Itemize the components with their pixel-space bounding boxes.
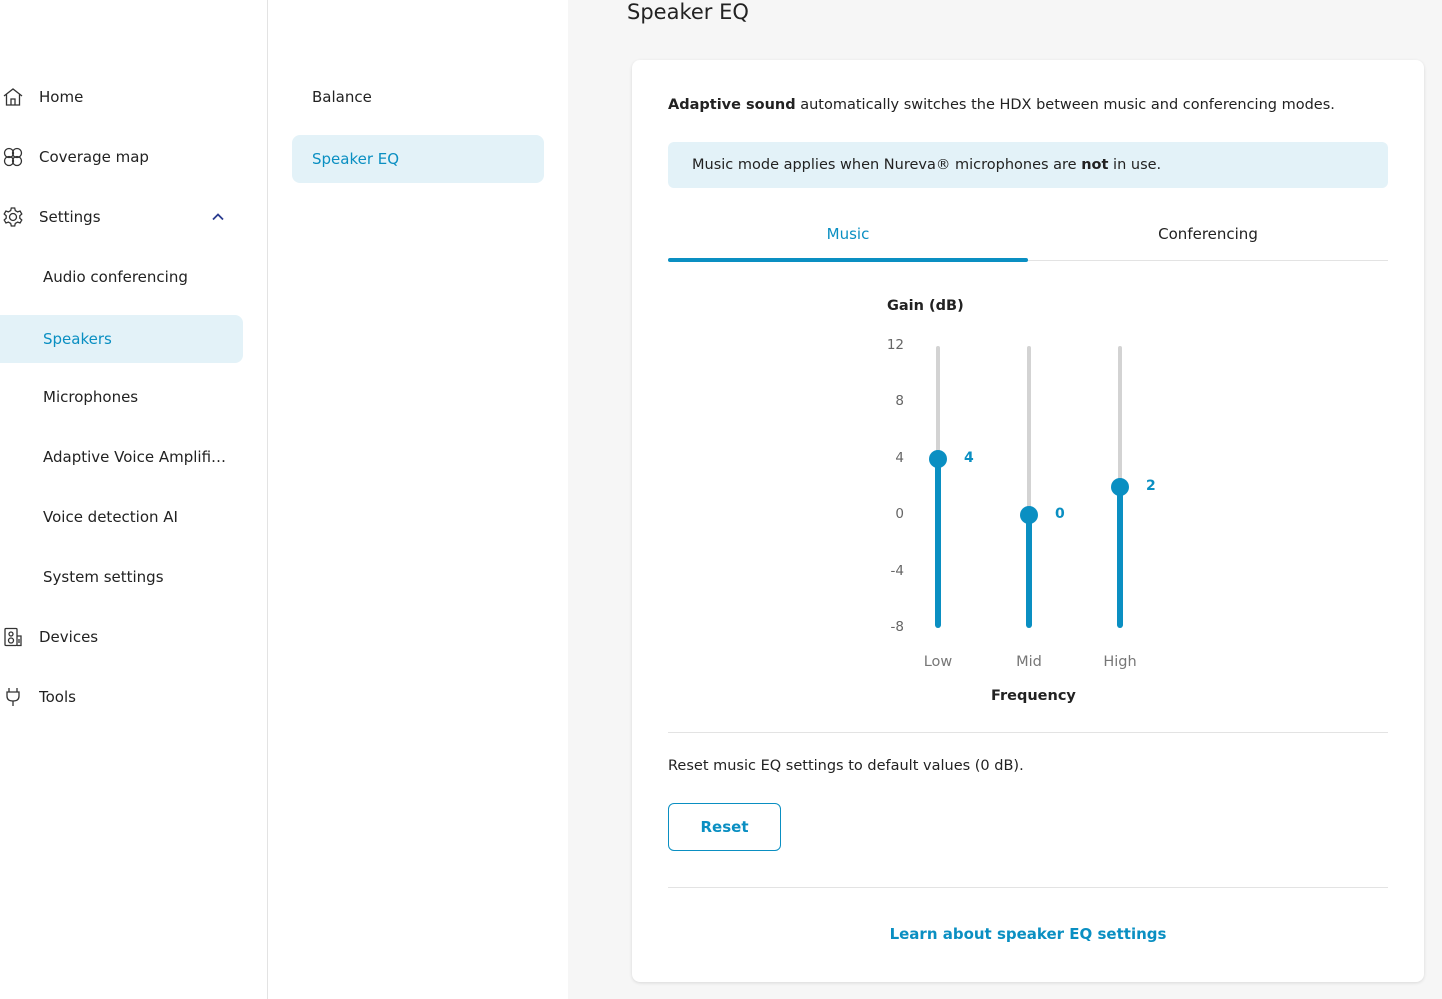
gear-icon (0, 204, 26, 230)
nav-item-microphones[interactable]: Microphones (0, 373, 243, 421)
nav-label-adaptive-voice: Adaptive Voice Amplifi… (43, 448, 227, 466)
nav-item-audio-conferencing[interactable]: Audio conferencing (0, 253, 243, 301)
gain-tick-label: 12 (886, 337, 904, 353)
eq-slider-thumb-high[interactable] (1111, 478, 1129, 496)
eq-value-label: 4 (964, 449, 974, 466)
nav-item-settings[interactable]: Settings (0, 193, 243, 241)
main-nav: Home Coverage map Settings Audio confere… (0, 0, 268, 999)
eq-slider-fill (935, 458, 941, 628)
nav-item-adaptive-voice[interactable]: Adaptive Voice Amplifi… (0, 433, 243, 481)
nav-label-coverage-map: Coverage map (39, 148, 149, 166)
nav-label-settings: Settings (39, 208, 101, 226)
divider (668, 732, 1388, 733)
coverage-map-icon (0, 144, 26, 170)
eq-value-label: 0 (1055, 506, 1065, 523)
page-title: Speaker EQ (627, 0, 749, 24)
eq-slider-fill (1117, 487, 1123, 628)
speakers-subnav: Balance Speaker EQ (268, 0, 568, 999)
tools-icon (0, 684, 26, 710)
nav-item-devices[interactable]: Devices (0, 613, 243, 661)
nav-item-coverage-map[interactable]: Coverage map (0, 133, 243, 181)
nav-item-home[interactable]: Home (0, 73, 243, 121)
subnav-item-speaker-eq[interactable]: Speaker EQ (292, 135, 544, 183)
gain-tick-label: 0 (895, 506, 904, 523)
divider (668, 887, 1388, 888)
nav-item-speakers[interactable]: Speakers (0, 315, 243, 363)
frequency-axis-title: Frequency (991, 688, 1076, 704)
devices-icon (0, 624, 26, 650)
nav-item-system-settings[interactable]: System settings (0, 553, 243, 601)
eq-band-label: Mid (1016, 654, 1042, 670)
nav-label-devices: Devices (39, 628, 99, 646)
nav-label-microphones: Microphones (43, 388, 139, 406)
nav-item-voice-detection[interactable]: Voice detection AI (0, 493, 243, 541)
nav-label-tools: Tools (39, 688, 76, 706)
home-icon (0, 84, 26, 110)
eq-slider-fill (1026, 515, 1032, 628)
gain-tick-label: -4 (890, 562, 904, 579)
nav-label-home: Home (39, 88, 84, 106)
reset-button[interactable]: Reset (668, 803, 781, 851)
chevron-up-icon[interactable] (210, 209, 226, 229)
eq-slider-thumb-mid[interactable] (1020, 506, 1038, 525)
nav-label-audio-conferencing: Audio conferencing (43, 268, 188, 286)
reset-description: Reset music EQ settings to default value… (668, 758, 1024, 774)
gain-tick-label: -8 (890, 619, 904, 635)
eq-slider-thumb-low[interactable] (929, 449, 947, 468)
eq-value-label: 2 (1146, 478, 1156, 494)
gain-tick-label: 4 (895, 449, 904, 466)
gain-tick-label: 8 (895, 393, 904, 410)
main-content: Speaker EQ Adaptive sound automatically … (568, 0, 1442, 999)
nav-label-speakers: Speakers (43, 330, 112, 348)
learn-eq-link[interactable]: Learn about speaker EQ settings (632, 925, 1424, 943)
nav-item-tools[interactable]: Tools (0, 673, 243, 721)
nav-label-voice-detection: Voice detection AI (43, 508, 178, 526)
subnav-item-balance[interactable]: Balance (292, 73, 544, 121)
eq-band-label: High (1103, 654, 1137, 670)
nav-label-system-settings: System settings (43, 568, 164, 586)
speaker-eq-card: Adaptive sound automatically switches th… (632, 60, 1424, 982)
eq-chart: Gain (dB) Frequency 12 8 4 0 -4 -8 4 Low 0 Mid 2 Hi… (632, 60, 1424, 760)
eq-band-label: Low (923, 654, 953, 670)
gain-axis-title: Gain (dB) (887, 298, 964, 314)
